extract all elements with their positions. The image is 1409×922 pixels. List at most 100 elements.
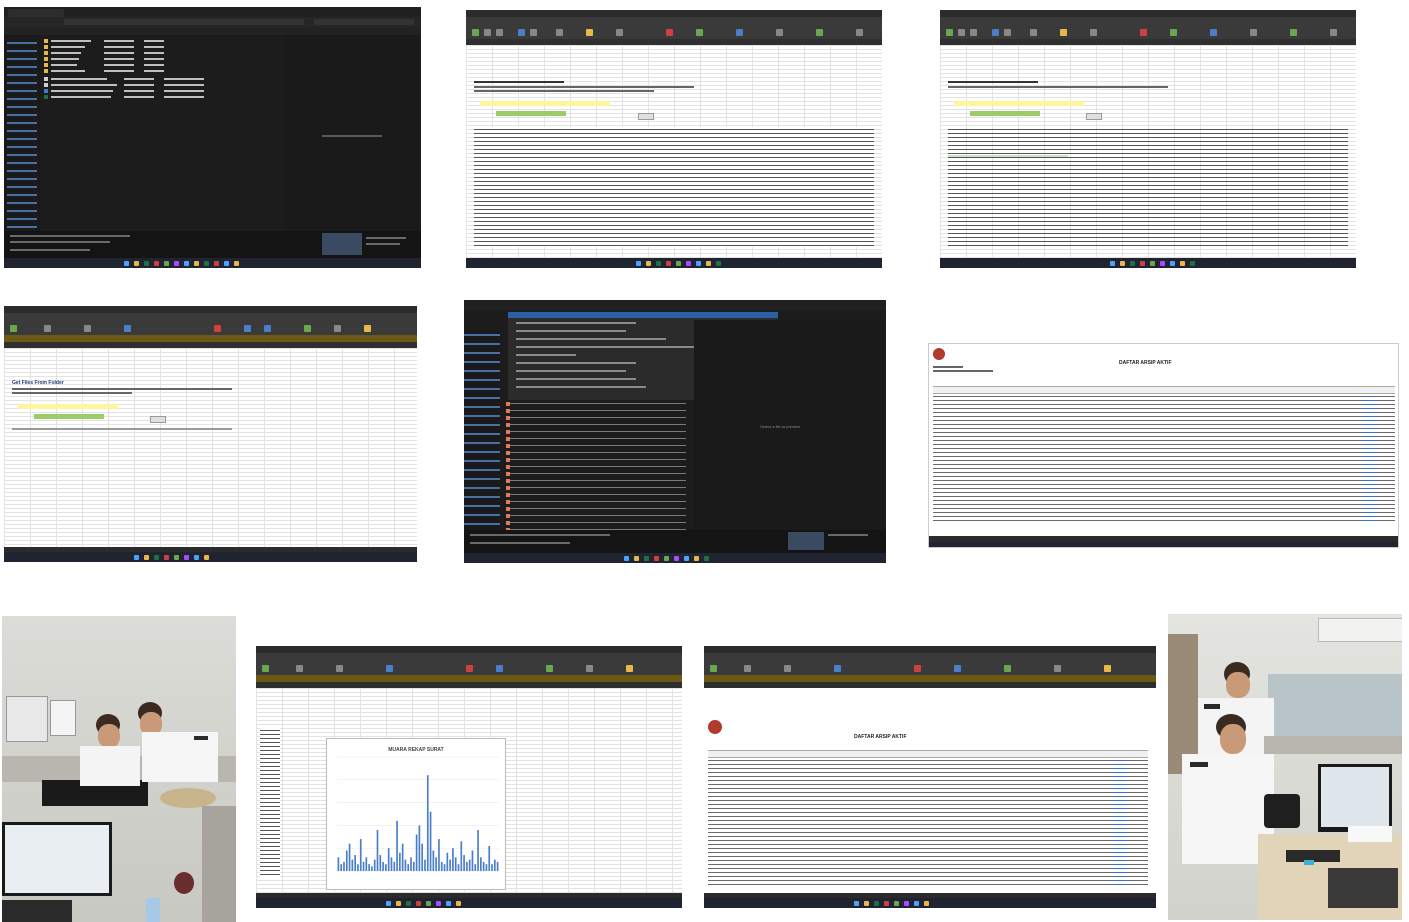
chart-bar	[385, 864, 387, 871]
chart-bar	[415, 834, 418, 871]
excel-screenshot-3: Get Files From Folder	[4, 306, 417, 562]
excel-titlebar	[256, 646, 682, 653]
notification-thumbnail	[788, 532, 824, 550]
excel-titlebar	[704, 646, 1156, 653]
papers	[1348, 826, 1392, 842]
chart-bar	[373, 859, 376, 871]
excel-ribbon	[256, 653, 682, 675]
file-row	[44, 57, 284, 62]
person-shirt	[80, 746, 140, 786]
file-row	[44, 45, 284, 50]
excel-ribbon	[940, 17, 1356, 39]
table-body	[933, 394, 1395, 524]
chart-bar	[440, 861, 443, 871]
sheet-heading: Get Files From Folder	[12, 380, 64, 386]
folder-path-cell	[18, 404, 118, 409]
chart-bar	[463, 855, 465, 871]
chart-bar	[485, 864, 488, 871]
explorer-sidebar	[4, 35, 40, 231]
search-input	[314, 19, 414, 25]
person-face	[98, 724, 120, 748]
chart-bar	[446, 852, 449, 871]
chart-bar	[435, 857, 437, 871]
data-column	[260, 728, 280, 878]
taskbar	[4, 258, 421, 268]
excel-chart-screenshot: MUARA REKAP SURAT	[256, 646, 682, 908]
chart-bar	[474, 864, 477, 871]
chart-bar	[387, 848, 390, 871]
chart-bar	[491, 864, 493, 871]
file-row	[44, 89, 284, 94]
folder-path-cell	[480, 101, 610, 106]
blue-tag	[1304, 860, 1314, 865]
security-warning-bar	[4, 335, 417, 342]
chart-bar	[477, 829, 479, 871]
sheet-grid	[940, 45, 1356, 258]
excel-document-screenshot: DAFTAR ARSIP AKTIF	[704, 646, 1156, 908]
chart-bar	[390, 857, 393, 871]
taskbar	[940, 258, 1356, 268]
chart-bar	[452, 848, 454, 871]
dialog-sidebar	[464, 330, 500, 530]
chart-bar	[480, 857, 482, 871]
preview-empty-text: Select a file to preview.	[760, 424, 801, 429]
person-face	[1220, 724, 1246, 754]
chart-bar	[382, 861, 384, 871]
chart-bar	[421, 843, 424, 871]
sidebar-items-stack	[7, 39, 37, 229]
chart-bar	[429, 811, 432, 871]
data-rows	[474, 127, 874, 247]
epaulette	[194, 736, 208, 740]
get-files-button	[34, 414, 104, 419]
chart-bar	[443, 864, 446, 871]
get-files-button	[970, 111, 1040, 116]
excel-titlebar	[466, 10, 882, 17]
taskbar	[464, 553, 886, 563]
chart-bar	[393, 861, 396, 871]
office-photo-2	[1168, 614, 1402, 920]
chart-bar	[488, 845, 491, 871]
chart-bar	[432, 850, 435, 871]
explorer-screenshot-2: Select a file to preview.	[464, 300, 886, 563]
table-body	[708, 758, 1148, 888]
logo-seal	[708, 720, 722, 734]
chart-bar	[357, 864, 359, 871]
chart-bar	[348, 843, 351, 871]
wall-poster	[6, 696, 48, 742]
epaulette	[1190, 762, 1208, 767]
security-warning-bar	[704, 675, 1156, 682]
chart-bar	[376, 829, 379, 871]
doorway	[1168, 634, 1198, 774]
sheet-grid: MUARA REKAP SURAT	[256, 688, 682, 898]
logo-seal	[933, 348, 945, 360]
chart-bar	[379, 855, 382, 871]
chart-bar	[359, 839, 362, 871]
explorer-address-bar	[4, 17, 421, 27]
monitor	[2, 822, 112, 896]
black-bag	[1264, 794, 1300, 828]
chart-object: MUARA REKAP SURAT	[326, 738, 506, 890]
sheet-grid	[466, 45, 882, 258]
clear-button	[638, 113, 654, 120]
explorer-tab	[8, 9, 64, 17]
chart-bar	[396, 820, 398, 871]
person-face	[1226, 672, 1250, 698]
chart-bar	[368, 864, 370, 871]
file-row	[44, 77, 284, 82]
status-bar	[929, 542, 1398, 547]
chart-bar	[410, 857, 412, 871]
chart-bar	[493, 859, 496, 871]
chart-bar	[412, 861, 415, 871]
dialog-titlebar	[464, 300, 886, 310]
folder-path-cell	[954, 101, 1084, 106]
get-files-button	[496, 111, 566, 116]
office-photo-1	[2, 616, 236, 922]
taskbar	[704, 898, 1156, 908]
excel-titlebar	[4, 306, 417, 313]
chart-bar	[401, 843, 404, 871]
chart-bar	[337, 857, 340, 871]
file-row	[44, 83, 284, 88]
printer	[1328, 868, 1398, 908]
excel-ribbon	[704, 653, 1156, 675]
excel-screenshot-2	[940, 10, 1356, 268]
